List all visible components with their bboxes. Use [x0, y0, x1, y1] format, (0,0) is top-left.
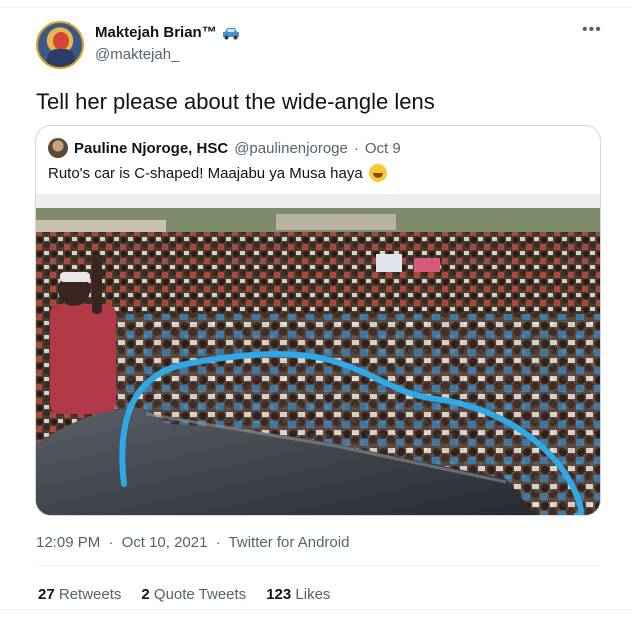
- quoted-tweet-text: Ruto's car is C-shaped! Maajabu ya Musa …: [48, 164, 363, 182]
- stats-divider-top: [36, 565, 600, 566]
- crowd-photo[interactable]: [36, 194, 600, 515]
- tweet-date[interactable]: Oct 10, 2021: [122, 534, 208, 551]
- retweets-count: 27: [38, 586, 59, 603]
- likes-count: 123: [266, 586, 296, 603]
- retweets-label: Retweets: [58, 586, 122, 603]
- quoted-author-name: Pauline Njoroge, HSC: [74, 139, 229, 157]
- quoted-tweet-text-row: Ruto's car is C-shaped! Maajabu ya Musa …: [48, 164, 387, 182]
- quoted-separator: ·: [353, 139, 359, 157]
- avatar-face: [53, 32, 69, 50]
- quoted-tweet-header: Pauline Njoroge, HSC @paulinenjoroge · O…: [48, 138, 401, 158]
- tweet-time[interactable]: 12:09 PM: [36, 534, 100, 551]
- quoted-date: Oct 9: [364, 139, 401, 157]
- quote-tweets-count: 2: [141, 586, 154, 603]
- quote-tweets-label: Quote Tweets: [153, 586, 247, 603]
- quote-tweets-stat[interactable]: 2 Quote Tweets: [141, 586, 246, 603]
- author-name-row[interactable]: Maktejah Brian™: [95, 24, 240, 41]
- author-block: Maktejah Brian™ @maktejah_: [95, 24, 240, 63]
- car-icon: [222, 27, 239, 39]
- crowd-photo-illustration: [36, 194, 600, 515]
- top-divider: [0, 0, 632, 8]
- tweet-card: Maktejah Brian™ @maktejah_ ••• Tell her …: [0, 0, 632, 621]
- author-name[interactable]: Maktejah Brian™: [95, 24, 217, 41]
- tweet-timestamp: 12:09 PM · Oct 10, 2021 · Twitter for An…: [36, 534, 353, 551]
- likes-label: Likes: [295, 586, 331, 603]
- quoted-author-handle: @paulinenjoroge: [234, 139, 348, 157]
- more-horizontal-icon[interactable]: •••: [582, 22, 602, 38]
- engagement-stats: 27 Retweets 2 Quote Tweets 123 Likes: [38, 586, 330, 603]
- author-avatar[interactable]: [36, 21, 84, 69]
- timestamp-separator-1: ·: [108, 534, 114, 551]
- retweets-stat[interactable]: 27 Retweets: [38, 586, 121, 603]
- bottom-divider: [0, 609, 632, 621]
- quoted-tweet[interactable]: Pauline Njoroge, HSC @paulinenjoroge · O…: [35, 125, 601, 516]
- quoted-author-avatar: [48, 138, 68, 158]
- tweet-text: Tell her please about the wide-angle len…: [36, 89, 435, 114]
- timestamp-separator-2: ·: [215, 534, 221, 551]
- tweet-source[interactable]: Twitter for Android: [229, 534, 350, 551]
- likes-stat[interactable]: 123 Likes: [266, 586, 330, 603]
- laughing-emoji-icon: [368, 164, 387, 182]
- avatar-body: [47, 49, 75, 67]
- author-handle[interactable]: @maktejah_: [95, 46, 240, 63]
